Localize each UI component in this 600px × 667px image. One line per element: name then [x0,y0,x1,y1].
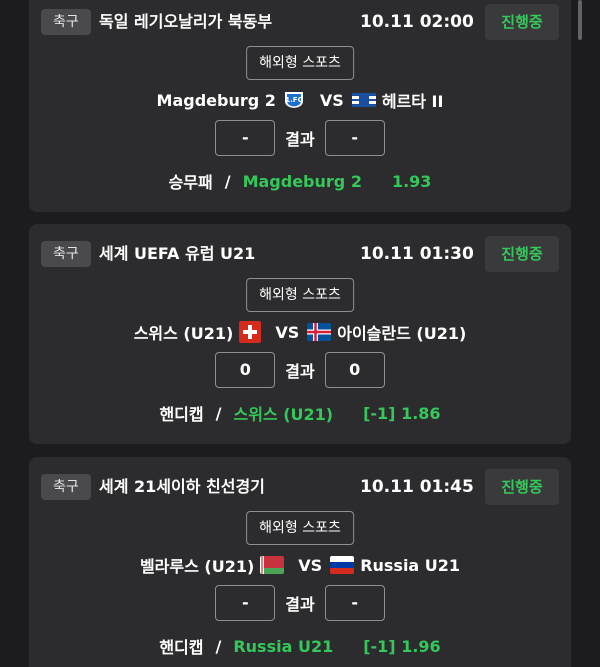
away-team-name: 아이슬란드 (U21) [337,324,467,343]
vs-label: VS [319,90,344,110]
home-team-name: Magdeburg 2 [156,90,276,110]
russia-flag-icon [330,556,355,574]
away-team: 아이슬란드 (U21) [307,320,466,344]
match-card: 축구 세계 UEFA 유럽 U21 10.11 01:30 진행중 해외형 스포… [29,224,571,444]
bet-odds: [-1] 1.96 [363,636,441,656]
home-team: Magdeburg 2 1.FC [157,91,312,110]
league-name: 세계 UEFA 유럽 U21 [99,244,256,263]
status-button[interactable]: 진행중 [485,469,559,505]
status-button[interactable]: 진행중 [485,4,559,40]
score-row: - 결과 - [29,119,571,157]
bet-separator: / [215,403,222,423]
match-card: 축구 독일 레기오날리가 북동부 10.11 02:00 진행중 해외형 스포츠… [29,0,571,212]
match-header: 축구 독일 레기오날리가 북동부 10.11 02:00 진행중 [41,0,559,44]
home-team-name: 벨라루스 (U21) [139,557,255,576]
home-score: - [215,120,276,156]
bet-pick: Magdeburg 2 [242,171,362,191]
score-row: - 결과 - [29,584,571,622]
result-label: 결과 [285,595,315,614]
league-name: 세계 21세이하 친선경기 [99,477,265,496]
bet-separator: / [215,636,222,656]
result-label: 결과 [285,130,315,149]
sport-badge: 축구 [41,241,91,267]
status-button[interactable]: 진행중 [485,236,559,272]
bet-pick: Russia U21 [233,636,334,656]
bet-row: 핸디캡 / 스위스 (U21) [-1] 1.86 [29,399,571,427]
magdeburg-crest-icon: 1.FC [282,91,306,109]
away-score: - [324,120,385,156]
bet-type: 핸디캡 [159,638,204,657]
match-list[interactable]: 축구 독일 레기오날리가 북동부 10.11 02:00 진행중 해외형 스포츠… [0,0,600,667]
home-score: - [215,585,276,621]
home-team-name: 스위스 (U21) [133,324,234,343]
match-time: 10.11 01:45 [360,477,474,497]
switzerland-flag-icon [239,321,262,343]
sport-badge: 축구 [41,9,91,35]
sport-badge: 축구 [41,474,91,500]
provider-tag: 해외형 스포츠 [246,278,354,312]
bet-row: 핸디캡 / Russia U21 [-1] 1.96 [29,632,571,660]
bet-type: 승무패 [168,173,213,192]
svg-text:1.FC: 1.FC [285,96,302,104]
away-score: - [324,585,385,621]
bet-separator: / [224,171,231,191]
bet-odds: [-1] 1.86 [363,403,441,423]
away-team-name: Russia U21 [360,555,461,575]
provider-tag: 해외형 스포츠 [246,46,354,80]
bet-pick: 스위스 (U21) [233,405,334,424]
vs-label: VS [275,322,300,342]
bet-odds: 1.93 [391,171,432,191]
scrollbar[interactable] [578,0,582,40]
match-card: 축구 세계 21세이하 친선경기 10.11 01:45 진행중 해외형 스포츠… [29,457,571,667]
league-name: 독일 레기오날리가 북동부 [99,12,273,31]
teams-row: Magdeburg 2 1.FC VS 헤르타 II [29,85,571,115]
bet-type: 핸디캡 [159,405,204,424]
match-time: 10.11 01:30 [360,244,474,264]
teams-row: 스위스 (U21) VS 아이슬란드 (U21) [29,317,571,347]
home-score: 0 [215,352,276,388]
hertha-crest-icon [351,91,376,109]
match-header: 축구 세계 UEFA 유럽 U21 10.11 01:30 진행중 [41,232,559,276]
result-label: 결과 [285,362,315,381]
away-team: 헤르타 II [351,88,444,112]
home-team: 스위스 (U21) [134,320,268,344]
belarus-flag-icon [260,556,285,574]
match-header: 축구 세계 21세이하 친선경기 10.11 01:45 진행중 [41,465,559,509]
bet-row: 승무패 / Magdeburg 2 1.93 [29,167,571,195]
iceland-flag-icon [307,323,332,341]
home-team: 벨라루스 (U21) [140,553,290,577]
provider-tag: 해외형 스포츠 [246,511,354,545]
vs-label: VS [298,555,323,575]
away-score: 0 [324,352,385,388]
teams-row: 벨라루스 (U21) VS Russia U21 [29,550,571,580]
score-row: 0 결과 0 [29,351,571,389]
away-team-name: 헤르타 II [381,92,444,111]
match-time: 10.11 02:00 [360,12,474,32]
away-team: Russia U21 [330,556,460,575]
